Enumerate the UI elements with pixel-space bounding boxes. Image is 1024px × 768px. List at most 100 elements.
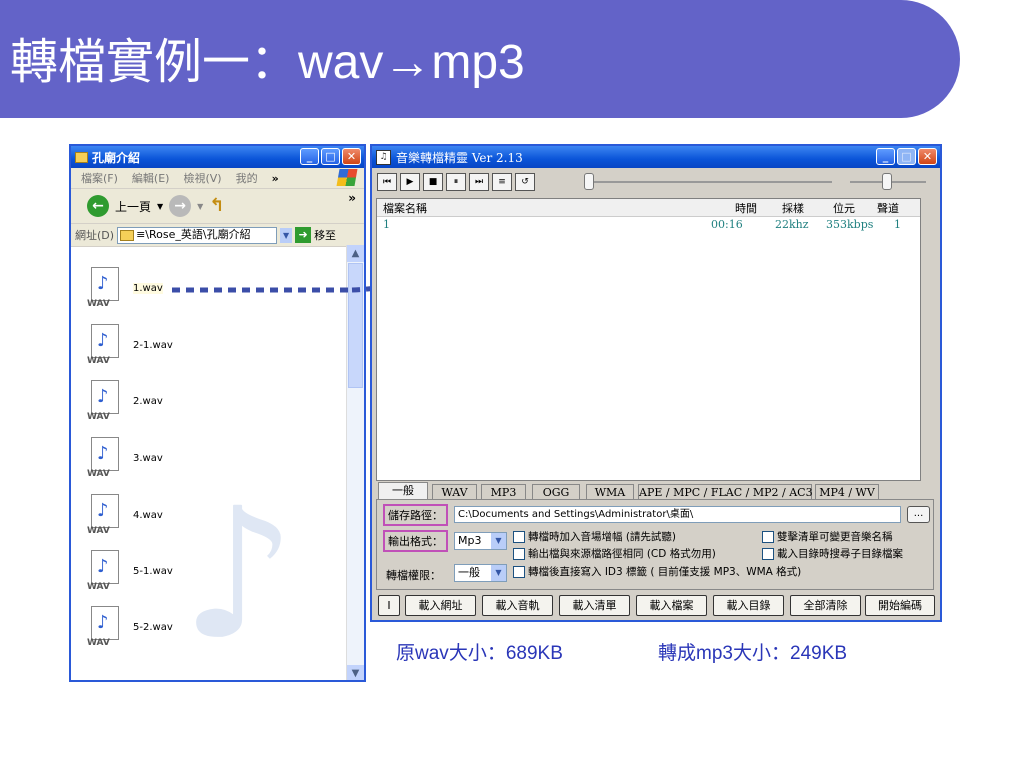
option-same-path[interactable]: 輸出檔與來源檔路徑相同 (CD 格式勿用)	[513, 546, 716, 561]
file-name: 3.wav	[133, 452, 163, 464]
menu-more-icon[interactable]: »	[272, 172, 279, 185]
col-channels[interactable]: 聲道	[877, 200, 899, 216]
close-button[interactable]: ✕	[342, 148, 361, 165]
col-samplerate[interactable]: 採樣	[782, 200, 804, 216]
file-item[interactable]: ♪ WAV 2.wav	[87, 380, 163, 422]
explorer-titlebar[interactable]: 孔廟介紹 _ □ ✕	[71, 146, 364, 168]
load-file-button[interactable]: 載入檔案	[636, 595, 707, 616]
load-track-button[interactable]: 載入音軌	[482, 595, 553, 616]
menu-view[interactable]: 檢視(V)	[183, 170, 221, 186]
tab-wav[interactable]: WAV	[432, 484, 477, 499]
forward-arrow-icon[interactable]: →	[169, 195, 192, 217]
wav-file-icon: ♪ WAV	[87, 267, 123, 309]
browse-button[interactable]: ...	[907, 506, 930, 523]
cell-time: 00:16	[711, 218, 743, 231]
clear-all-button[interactable]: 全部清除	[790, 595, 861, 616]
menu-favorites[interactable]: 我的	[236, 170, 258, 186]
up-folder-icon[interactable]: ↰	[209, 195, 229, 217]
vertical-scrollbar[interactable]: ▲ ▼	[346, 245, 364, 680]
tab-mp4[interactable]: MP4 / WV	[815, 484, 879, 499]
back-button-label[interactable]: 上一頁	[115, 198, 151, 215]
address-bar: 網址(D) ≡\Rose_英語\孔廟介紹 ▼ ➜ 移至	[71, 224, 364, 247]
tab-ape[interactable]: APE / MPC / FLAC / MP2 / AC3	[638, 484, 813, 499]
tab-general[interactable]: 一般	[378, 482, 428, 499]
file-item[interactable]: ♪ WAV 2-1.wav	[87, 324, 173, 366]
priority-value: 一般	[458, 566, 480, 579]
col-time[interactable]: 時間	[735, 200, 757, 216]
chevron-down-icon: ▼	[491, 533, 506, 549]
forward-dropdown-icon[interactable]: ▼	[197, 202, 203, 211]
load-url-button[interactable]: 載入網址	[405, 595, 476, 616]
repeat-icon[interactable]: ↺	[515, 173, 535, 191]
back-dropdown-icon[interactable]: ▼	[157, 202, 163, 211]
go-button[interactable]: 移至	[314, 227, 336, 243]
caption-format: wav	[415, 643, 449, 664]
load-list-button[interactable]: 載入清單	[559, 595, 630, 616]
stop-icon[interactable]: ■	[423, 173, 443, 191]
menu-file[interactable]: 檔案(F)	[81, 170, 118, 186]
caption-format: mp3	[696, 643, 733, 664]
tab-ogg[interactable]: OGG	[532, 484, 580, 499]
save-path-input[interactable]: C:\Documents and Settings\Administrator\…	[454, 506, 901, 523]
checkbox[interactable]	[513, 530, 525, 543]
file-item[interactable]: ♪ WAV 4.wav	[87, 494, 163, 536]
checkbox[interactable]	[513, 565, 525, 578]
output-format-select[interactable]: Mp3 ▼	[454, 532, 507, 550]
load-folder-button[interactable]: 載入目錄	[713, 595, 784, 616]
checkbox[interactable]	[762, 547, 774, 560]
explorer-title: 孔廟介紹	[92, 150, 141, 165]
option-dblclick-rename[interactable]: 雙擊清單可變更音樂名稱	[762, 529, 893, 544]
watermark-note-icon: ♪	[181, 470, 296, 679]
minimize-button[interactable]: _	[876, 148, 895, 165]
option-label: 載入目錄時搜尋子目錄檔案	[777, 548, 903, 560]
explorer-toolbar: ← 上一頁 ▼ → ▼ ↰ »	[71, 189, 364, 224]
file-queue-list[interactable]: 檔案名稱 時間 採樣 位元 聲道 1 00:16 22khz 353kbps 1	[376, 198, 921, 481]
option-write-id3[interactable]: 轉檔後直接寫入 ID3 標籤 ( 目前僅支援 MP3、WMA 格式)	[513, 564, 801, 579]
tab-wma[interactable]: WMA	[586, 484, 634, 499]
tab-mp3[interactable]: MP3	[481, 484, 526, 499]
col-filename[interactable]: 檔案名稱	[383, 200, 427, 216]
menu-edit[interactable]: 編輯(E)	[132, 170, 170, 186]
address-value: ≡\Rose_英語\孔廟介紹	[136, 228, 251, 241]
skip-forward-icon[interactable]: ⏭	[469, 173, 489, 191]
caption-text: 大小：	[732, 642, 790, 664]
checkbox[interactable]	[762, 530, 774, 543]
option-search-subdirs[interactable]: 載入目錄時搜尋子目錄檔案	[762, 546, 903, 561]
volume-slider[interactable]	[882, 173, 892, 190]
pause-icon[interactable]: ⏸	[446, 173, 466, 191]
minimize-button[interactable]: _	[300, 148, 319, 165]
address-input[interactable]: ≡\Rose_英語\孔廟介紹	[117, 226, 278, 244]
seek-slider[interactable]	[584, 173, 594, 190]
checkbox[interactable]	[513, 547, 525, 560]
play-icon[interactable]: ▶	[400, 173, 420, 191]
table-row[interactable]: 1 00:16 22khz 353kbps 1	[377, 217, 920, 234]
converter-titlebar[interactable]: ♫ 音樂轉檔精靈 Ver 2.13 _ □ ✕	[372, 146, 940, 168]
option-label: 轉檔後直接寫入 ID3 標籤 ( 目前僅支援 MP3、WMA 格式)	[528, 566, 802, 578]
seek-track[interactable]	[588, 181, 832, 183]
maximize-button[interactable]: □	[321, 148, 340, 165]
file-item[interactable]: ♪ WAV 3.wav	[87, 437, 163, 479]
toolbar-more-icon[interactable]: »	[348, 191, 356, 205]
start-encode-button[interactable]: 開始編碼	[865, 595, 935, 616]
go-arrow-icon[interactable]: ➜	[295, 227, 312, 243]
close-button[interactable]: ✕	[918, 148, 937, 165]
list-header: 檔案名稱 時間 採樣 位元 聲道	[377, 199, 920, 217]
scroll-up-icon[interactable]: ▲	[347, 245, 364, 262]
file-item[interactable]: ♪ WAV 1.wav	[87, 267, 163, 309]
address-dropdown-icon[interactable]: ▼	[280, 227, 293, 243]
output-format-label: 輸出格式：	[383, 530, 448, 552]
back-arrow-icon[interactable]: ←	[87, 195, 109, 217]
priority-select[interactable]: 一般 ▼	[454, 564, 507, 582]
converter-window: ♫ 音樂轉檔精靈 Ver 2.13 _ □ ✕ ⏮ ▶ ■ ⏸ ⏭ ≡ ↺ 檔案…	[370, 144, 942, 622]
cell-samplerate: 22khz	[775, 218, 809, 231]
skip-back-icon[interactable]: ⏮	[377, 173, 397, 191]
option-soundfield[interactable]: 轉檔時加入音場增幅 (請先試聽)	[513, 529, 676, 544]
info-button[interactable]: I	[378, 595, 400, 616]
file-item[interactable]: ♪ WAV 5-1.wav	[87, 550, 173, 592]
playlist-icon[interactable]: ≡	[492, 173, 512, 191]
file-item[interactable]: ♪ WAV 5-2.wav	[87, 606, 173, 648]
col-bitrate[interactable]: 位元	[833, 200, 855, 216]
file-name: 2-1.wav	[133, 339, 173, 351]
scroll-down-icon[interactable]: ▼	[347, 665, 364, 680]
converted-size-caption: 轉成mp3大小：249KB	[658, 638, 847, 665]
